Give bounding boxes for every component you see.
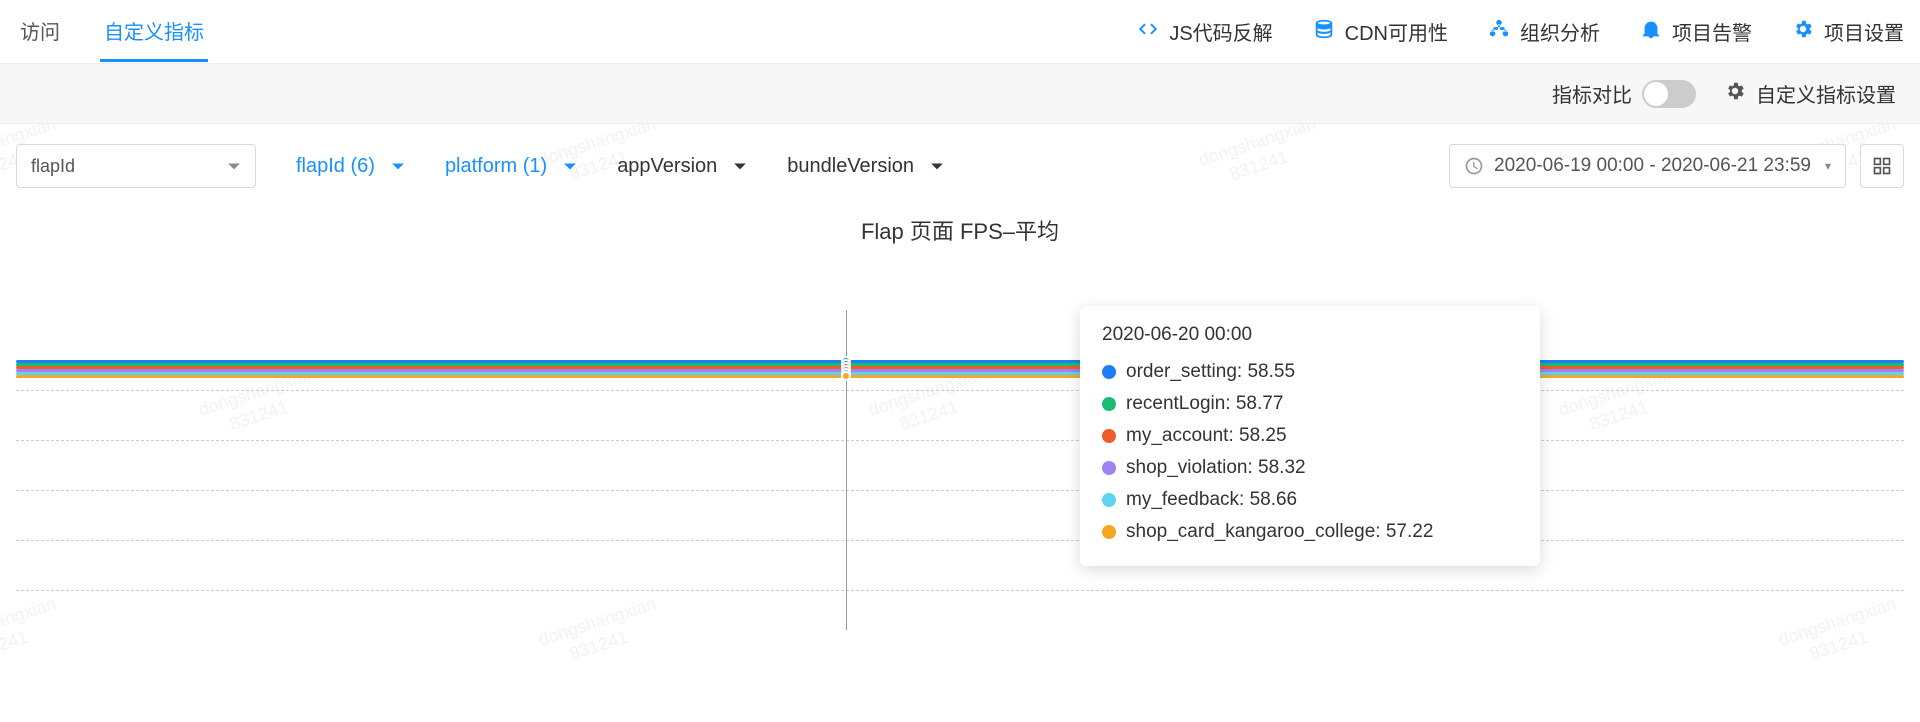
chart-gridline: [16, 490, 1904, 491]
nav-cdn[interactable]: CDN可用性: [1313, 17, 1448, 46]
tooltip-row: my_account: 58.25: [1102, 420, 1518, 452]
tooltip-dot: [1102, 365, 1116, 379]
nav-item-label: JS代码反解: [1169, 17, 1272, 46]
primary-dimension-select[interactable]: flapId: [16, 144, 256, 188]
tooltip-dot: [1102, 493, 1116, 507]
nav-item-label: 组织分析: [1520, 17, 1600, 46]
chart-cursor-dot: [841, 371, 851, 381]
toggle-compare[interactable]: [1642, 80, 1696, 108]
filter-label: flapId (6): [296, 155, 375, 178]
nav-item-label: CDN可用性: [1345, 17, 1448, 46]
chart-gridline: [16, 540, 1904, 541]
bell-icon: [1640, 18, 1662, 46]
tooltip-label: my_feedback: 58.66: [1126, 489, 1297, 511]
chart-title: Flap 页面 FPS–平均: [16, 214, 1904, 246]
dropdown-caret-icon: ▾: [1825, 159, 1831, 173]
tab-custom-metrics[interactable]: 自定义指标: [100, 2, 208, 61]
nav-project-settings[interactable]: 项目设置: [1792, 17, 1904, 46]
tooltip-dot: [1102, 461, 1116, 475]
tooltip-row: recentLogin: 58.77: [1102, 388, 1518, 420]
tooltip-row: my_feedback: 58.66: [1102, 484, 1518, 516]
tooltip-dot: [1102, 397, 1116, 411]
gear-icon: [1724, 80, 1746, 108]
filter-appversion[interactable]: appVersion: [617, 155, 747, 178]
filter-label: appVersion: [617, 155, 717, 178]
chart-gridline: [16, 440, 1904, 441]
chart-area: Flap 页面 FPS–平均: [0, 214, 1920, 630]
chart-tooltip: 2020-06-20 00:00 order_setting: 58.55 rec…: [1080, 306, 1540, 566]
select-value: flapId: [31, 156, 75, 177]
nav-item-label: 项目设置: [1824, 17, 1904, 46]
chevron-down-icon: [563, 155, 577, 178]
grid-icon: [1872, 156, 1892, 176]
nav-alerts[interactable]: 项目告警: [1640, 17, 1752, 46]
date-range-picker[interactable]: 2020-06-19 00:00 - 2020-06-21 23:59 ▾: [1449, 144, 1846, 188]
filter-label: platform (1): [445, 155, 547, 178]
custom-metrics-settings-button[interactable]: 自定义指标设置: [1724, 79, 1896, 108]
tooltip-dot: [1102, 429, 1116, 443]
settings-label: 自定义指标设置: [1756, 79, 1896, 108]
toggle-compare-label: 指标对比: [1552, 79, 1632, 108]
tooltip-row: order_setting: 58.55: [1102, 356, 1518, 388]
date-range-value: 2020-06-19 00:00 - 2020-06-21 23:59: [1494, 155, 1811, 177]
tab-visit[interactable]: 访问: [16, 2, 64, 61]
database-icon: [1313, 18, 1335, 46]
nav-item-label: 项目告警: [1672, 17, 1752, 46]
chart-gridline: [16, 590, 1904, 591]
chevron-down-icon: [227, 156, 241, 177]
tooltip-row: shop_violation: 58.32: [1102, 452, 1518, 484]
tooltip-label: my_account: 58.25: [1126, 425, 1287, 447]
tooltip-title: 2020-06-20 00:00: [1102, 324, 1518, 346]
tooltip-row: shop_card_kangaroo_college: 57.22: [1102, 516, 1518, 548]
filter-label: bundleVersion: [787, 155, 914, 178]
tooltip-label: shop_card_kangaroo_college: 57.22: [1126, 521, 1433, 543]
nav-js-decode[interactable]: JS代码反解: [1137, 17, 1272, 46]
tooltip-dot: [1102, 525, 1116, 539]
filter-flapid[interactable]: flapId (6): [296, 155, 405, 178]
toolbar: 指标对比 自定义指标设置: [0, 64, 1920, 124]
tooltip-label: order_setting: 58.55: [1126, 361, 1295, 383]
filter-bundleversion[interactable]: bundleVersion: [787, 155, 944, 178]
filter-platform[interactable]: platform (1): [445, 155, 577, 178]
top-nav: 访问 自定义指标 JS代码反解 CDN可用性 组织分析 项目告警: [0, 0, 1920, 64]
layout-grid-button[interactable]: [1860, 144, 1904, 188]
code-icon: [1137, 18, 1159, 46]
chart-series-line: [16, 375, 1904, 378]
chevron-down-icon: [391, 155, 405, 178]
clock-icon: [1464, 156, 1484, 176]
tooltip-label: recentLogin: 58.77: [1126, 393, 1283, 415]
chevron-down-icon: [733, 155, 747, 178]
nav-org-analysis[interactable]: 组织分析: [1488, 17, 1600, 46]
chart-gridline: [16, 390, 1904, 391]
filter-bar: flapId flapId (6) platform (1) appVersio…: [0, 124, 1920, 208]
chevron-down-icon: [930, 155, 944, 178]
fps-line-chart[interactable]: [16, 270, 1904, 630]
tooltip-label: shop_violation: 58.32: [1126, 457, 1306, 479]
gear-icon: [1792, 18, 1814, 46]
org-icon: [1488, 18, 1510, 46]
